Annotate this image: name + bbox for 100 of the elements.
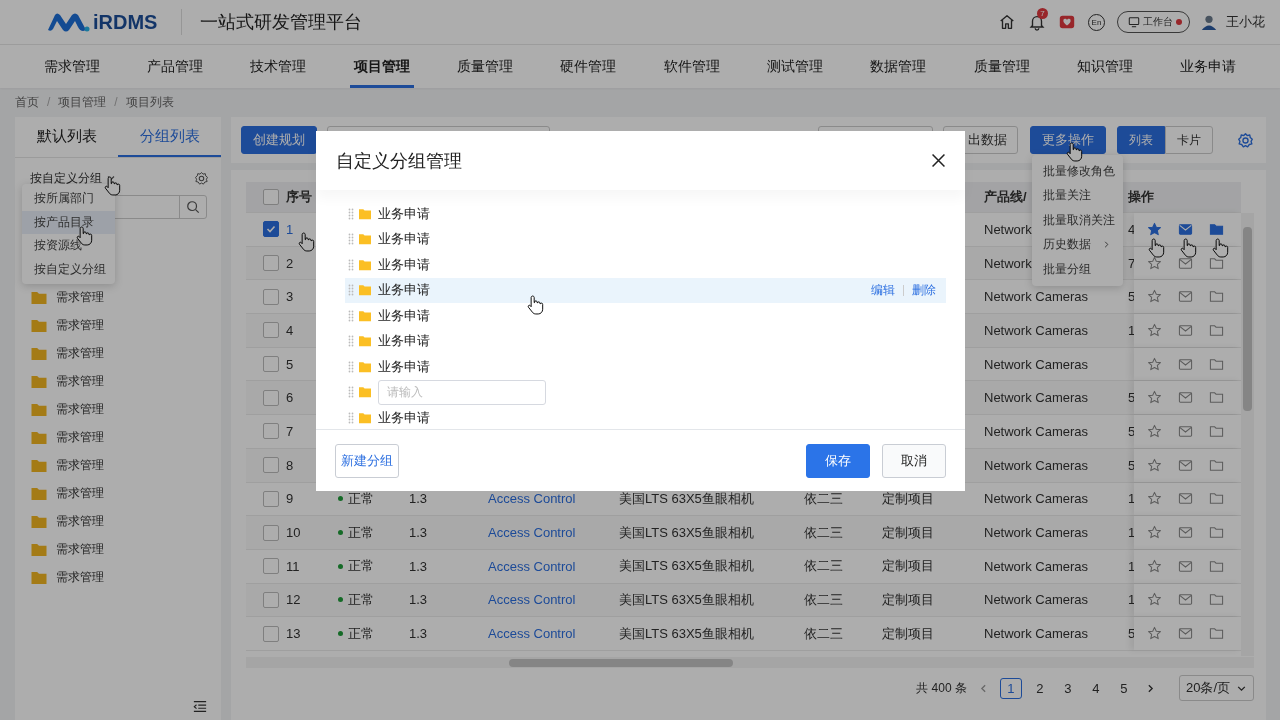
folder-icon[interactable] bbox=[1209, 592, 1224, 608]
page-button[interactable]: 1 bbox=[999, 677, 1022, 699]
star-icon[interactable] bbox=[1147, 626, 1162, 642]
nav-tab[interactable]: 质量管理 bbox=[969, 45, 1034, 88]
drag-handle-icon[interactable] bbox=[348, 386, 354, 399]
menu-item[interactable]: 批量取消关注 bbox=[1032, 208, 1123, 233]
menu-item[interactable]: 历史数据 bbox=[1032, 232, 1123, 257]
group-row[interactable]: 业务申请 bbox=[345, 328, 946, 354]
nav-tab[interactable]: 项目管理 bbox=[349, 45, 414, 88]
mail-icon[interactable] bbox=[1178, 322, 1193, 338]
vertical-scrollbar[interactable] bbox=[1241, 213, 1254, 656]
page-button[interactable]: 4 bbox=[1085, 678, 1106, 698]
menu-item[interactable]: 按资源线 bbox=[22, 234, 115, 258]
mail-icon[interactable] bbox=[1178, 255, 1193, 271]
mail-icon[interactable] bbox=[1178, 356, 1193, 372]
group-by-label[interactable]: 按自定义分组 bbox=[30, 169, 102, 187]
mail-icon[interactable] bbox=[1178, 626, 1193, 642]
star-icon[interactable] bbox=[1147, 255, 1162, 271]
nav-tab[interactable]: 软件管理 bbox=[659, 45, 724, 88]
nav-tab[interactable]: 需求管理 bbox=[39, 45, 104, 88]
sidebar-tab[interactable]: 默认列表 bbox=[15, 117, 118, 157]
menu-item[interactable]: 批量关注 bbox=[1032, 183, 1123, 208]
group-row[interactable]: 业务申请 bbox=[345, 405, 946, 429]
folder-label[interactable]: 需求管理 bbox=[56, 400, 104, 418]
folder-label[interactable]: 需求管理 bbox=[56, 429, 104, 446]
bell-icon[interactable] bbox=[1028, 13, 1046, 31]
mail-icon[interactable] bbox=[1178, 423, 1193, 439]
product-link[interactable]: Access Control bbox=[488, 558, 576, 574]
product-link[interactable]: Access Control bbox=[488, 592, 576, 608]
folder-label[interactable]: 需求管理 bbox=[56, 344, 104, 362]
folder-label[interactable]: 需求管理 bbox=[56, 288, 104, 306]
folder-icon[interactable] bbox=[1209, 221, 1224, 237]
more-actions-button[interactable]: 更多操作 bbox=[1030, 126, 1106, 154]
drag-handle-icon[interactable] bbox=[348, 207, 354, 220]
nav-tab[interactable]: 质量管理 bbox=[452, 45, 517, 88]
row-checkbox[interactable] bbox=[263, 490, 279, 507]
page-button[interactable]: 2 bbox=[1029, 678, 1050, 698]
star-icon[interactable] bbox=[1147, 592, 1162, 608]
menu-item[interactable]: 按自定义分组 bbox=[22, 257, 115, 281]
drag-handle-icon[interactable] bbox=[348, 335, 354, 348]
row-checkbox[interactable] bbox=[263, 356, 279, 373]
menu-item[interactable]: 按产品目录 bbox=[22, 210, 115, 234]
group-row[interactable]: 业务申请 编辑 删除 bbox=[345, 277, 946, 303]
star-icon[interactable] bbox=[1147, 525, 1162, 541]
drag-handle-icon[interactable] bbox=[348, 233, 354, 246]
row-checkbox[interactable] bbox=[263, 221, 279, 238]
mail-icon[interactable] bbox=[1178, 558, 1193, 574]
save-button[interactable]: 保存 bbox=[806, 443, 870, 478]
view-toggle[interactable]: 列表 bbox=[1117, 126, 1165, 154]
row-checkbox[interactable] bbox=[263, 591, 279, 608]
folder-icon[interactable] bbox=[1209, 390, 1224, 406]
nav-tab[interactable]: 测试管理 bbox=[762, 45, 827, 88]
folder-icon[interactable] bbox=[1209, 356, 1224, 372]
nav-tab[interactable]: 业务申请 bbox=[1176, 45, 1241, 88]
group-name-input[interactable]: 请输入 bbox=[378, 379, 546, 405]
star-icon[interactable] bbox=[1147, 390, 1162, 406]
drag-handle-icon[interactable] bbox=[348, 360, 354, 373]
folder-icon[interactable] bbox=[1209, 457, 1224, 473]
row-checkbox[interactable] bbox=[263, 524, 279, 541]
nav-tab[interactable]: 知识管理 bbox=[1072, 45, 1137, 88]
folder-label[interactable]: 需求管理 bbox=[56, 372, 104, 390]
close-icon[interactable] bbox=[930, 152, 947, 169]
folder-icon[interactable] bbox=[1209, 322, 1224, 338]
group-row[interactable]: 业务申请 bbox=[345, 354, 946, 380]
folder-label[interactable]: 需求管理 bbox=[56, 457, 104, 475]
star-icon[interactable] bbox=[1147, 457, 1162, 473]
drag-handle-icon[interactable] bbox=[348, 309, 354, 322]
star-icon[interactable] bbox=[1147, 423, 1162, 439]
mail-icon[interactable] bbox=[1178, 491, 1193, 507]
row-checkbox[interactable] bbox=[263, 457, 279, 474]
folder-label[interactable]: 需求管理 bbox=[56, 316, 104, 334]
user-name[interactable]: 王小花 bbox=[1226, 13, 1265, 31]
horizontal-scrollbar[interactable] bbox=[246, 657, 1254, 668]
page-size-select[interactable]: 20条/页 bbox=[1178, 675, 1254, 701]
drag-handle-icon[interactable] bbox=[348, 411, 354, 424]
row-checkbox[interactable] bbox=[263, 288, 279, 305]
folder-icon[interactable] bbox=[1209, 558, 1224, 574]
drag-handle-icon[interactable] bbox=[348, 284, 354, 297]
mail-icon[interactable] bbox=[1178, 289, 1193, 305]
star-icon[interactable] bbox=[1147, 491, 1162, 507]
mail-icon[interactable] bbox=[1178, 592, 1193, 608]
folder-label[interactable]: 需求管理 bbox=[56, 569, 104, 587]
page-button[interactable]: 3 bbox=[1057, 678, 1078, 698]
star-icon[interactable] bbox=[1147, 221, 1162, 237]
star-icon[interactable] bbox=[1147, 289, 1162, 305]
row-checkbox[interactable] bbox=[263, 322, 279, 339]
row-checkbox[interactable] bbox=[263, 389, 279, 406]
group-row[interactable]: 业务申请 bbox=[345, 303, 946, 329]
action-link[interactable]: 删除 bbox=[912, 282, 936, 298]
row-checkbox[interactable] bbox=[263, 558, 279, 575]
menu-item[interactable]: 批量分组 bbox=[1032, 257, 1123, 282]
nav-tab[interactable]: 数据管理 bbox=[866, 45, 931, 88]
collapse-icon[interactable] bbox=[193, 700, 207, 713]
star-icon[interactable] bbox=[1147, 322, 1162, 338]
row-checkbox[interactable] bbox=[263, 255, 279, 272]
folder-label[interactable]: 需求管理 bbox=[56, 513, 104, 531]
folder-icon[interactable] bbox=[1209, 423, 1224, 439]
menu-item[interactable]: 批量修改角色 bbox=[1032, 159, 1123, 184]
page-button[interactable]: 5 bbox=[1113, 678, 1134, 698]
mail-icon[interactable] bbox=[1178, 390, 1193, 406]
